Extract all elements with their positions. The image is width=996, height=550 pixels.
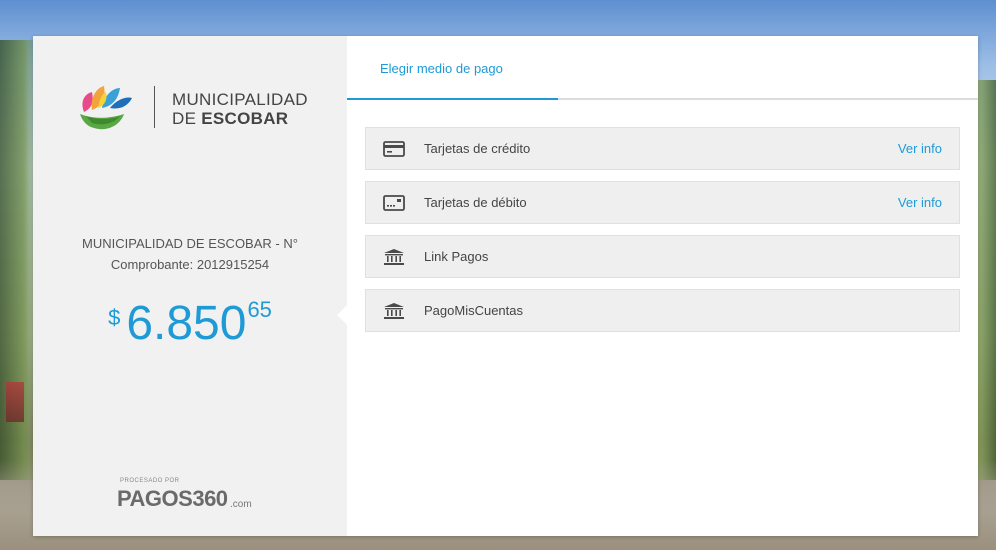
merchant-name-line2: DE ESCOBAR: [172, 109, 308, 128]
receipt-number: Comprobante: 2012915254: [110, 257, 270, 272]
merchant-logo: MUNICIPALIDAD DE ESCOBAR: [76, 78, 316, 138]
method-label: Link Pagos: [424, 249, 489, 264]
see-info-link[interactable]: Ver info: [898, 141, 942, 156]
processor-caption: PROCESADO POR: [120, 478, 180, 484]
amount-decimals: 65: [247, 297, 272, 322]
processor-domain: .com: [230, 499, 252, 510]
amount-currency: $: [108, 305, 121, 330]
receipt-description: MUNICIPALIDAD DE ESCOBAR - N° Comprobant…: [33, 233, 347, 275]
tab-choose-payment-method[interactable]: Elegir medio de pago: [347, 36, 558, 100]
bank-icon: [384, 303, 404, 319]
processor-brand: PAGOS360: [117, 486, 228, 511]
merchant-name: MUNICIPALIDAD DE ESCOBAR: [172, 90, 308, 128]
method-pagomiscuentas[interactable]: PagoMisCuentas: [365, 289, 960, 332]
merchant-name-bold: ESCOBAR: [201, 109, 289, 128]
method-label: Tarjetas de crédito: [424, 141, 531, 156]
see-info-link[interactable]: Ver info: [898, 195, 942, 210]
tab-active-indicator: [347, 98, 558, 100]
payment-methods-panel: Elegir medio de pago Tarjetas de crédito…: [347, 36, 978, 536]
merchant-name-line1: MUNICIPALIDAD: [172, 90, 308, 109]
method-label: Tarjetas de débito: [424, 195, 527, 210]
amount-integer: 6.850: [126, 297, 247, 350]
processor-logo: PROCESADO POR PAGOS360 .com: [117, 478, 277, 518]
payment-card: MUNICIPALIDAD DE ESCOBAR MUNICIPALIDAD D…: [33, 36, 978, 536]
tab-bar: Elegir medio de pago: [347, 36, 978, 100]
bank-icon: [384, 249, 404, 265]
summary-panel: MUNICIPALIDAD DE ESCOBAR MUNICIPALIDAD D…: [33, 36, 347, 536]
receipt-line1: MUNICIPALIDAD DE ESCOBAR - N°: [82, 236, 298, 251]
payment-amount: $6.85065: [33, 294, 347, 354]
payment-methods-list: Tarjetas de crédito Ver info Tarjetas de…: [365, 127, 960, 343]
method-debit-card[interactable]: Tarjetas de débito Ver info: [365, 181, 960, 224]
method-link-pagos[interactable]: Link Pagos: [365, 235, 960, 278]
tab-label: Elegir medio de pago: [380, 61, 503, 76]
credit-card-icon: [383, 141, 405, 157]
logo-divider: [154, 86, 155, 128]
method-credit-card[interactable]: Tarjetas de crédito Ver info: [365, 127, 960, 170]
debit-card-icon: [383, 195, 405, 211]
merchant-name-prefix: DE: [172, 109, 197, 128]
background-banner: [6, 382, 24, 422]
escobar-flower-icon: [80, 86, 132, 130]
method-label: PagoMisCuentas: [424, 303, 523, 318]
